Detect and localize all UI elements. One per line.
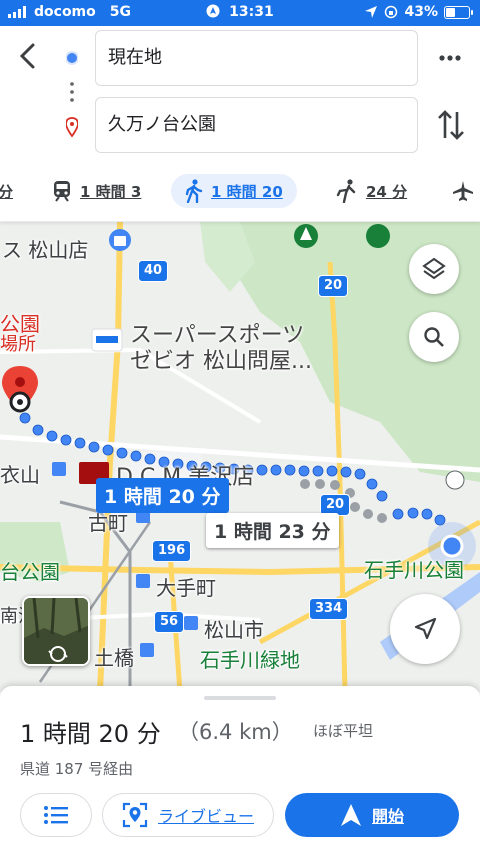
station-icon-3 (136, 574, 150, 588)
map-label-ote-park: 台公園 (0, 560, 60, 584)
airplane-icon (453, 181, 473, 201)
list-icon (44, 806, 68, 824)
navigation-status-icon (206, 4, 220, 18)
route-terrain: ほぼ平坦 (313, 722, 374, 740)
tab-transit-label: 1 時間 3 (80, 182, 142, 201)
tab-walking[interactable]: 1 時間 20 (171, 174, 297, 208)
walking-icon (185, 179, 203, 203)
map-label-super-sports-2: ゼビオ 松山問屋... (130, 349, 312, 374)
live-view-label: ライブビュー (157, 807, 254, 826)
start-navigation-icon (340, 804, 361, 826)
street-view-image (24, 598, 88, 664)
alt-route-time-bubble[interactable]: 1 時間 23 分 (206, 513, 339, 548)
layers-button[interactable] (409, 244, 459, 294)
search-icon (424, 327, 444, 347)
train-icon (54, 181, 70, 202)
sheet-grabber[interactable] (204, 696, 276, 700)
tab-walking-label: 1 時間 20 (211, 182, 283, 201)
back-arrow-icon[interactable] (12, 40, 44, 72)
status-bar: docomo 5G 13:31 43% (0, 0, 480, 26)
road-40 (97, 222, 123, 692)
live-view-icon (122, 802, 148, 828)
map-label-ishite-green: 石手川緑地 (200, 648, 300, 672)
status-time: 13:31 (229, 4, 274, 20)
route-shield-196: 196 (152, 540, 192, 562)
route-connector-icon (66, 51, 78, 138)
travel-mode-tabs: 分 1 時間 3 1 時間 20 24 分 (0, 160, 480, 222)
status-right: 43% (364, 4, 473, 20)
steps-button[interactable] (20, 793, 92, 837)
start-label: 開始 (371, 807, 404, 826)
map-label-ishite-park: 石手川公園 (364, 558, 464, 582)
battery-percent: 43% (404, 4, 438, 20)
tab-ride-label: 24 分 (366, 182, 408, 201)
current-location-dot (440, 534, 464, 558)
route-shield-334: 334 (309, 598, 349, 620)
route-shield-40: 40 (138, 260, 169, 282)
rotation-lock-icon (385, 5, 398, 19)
destination-pin-dot (15, 377, 25, 387)
swap-icon[interactable] (436, 108, 466, 142)
ride-person-icon (336, 179, 356, 203)
station-icon-4 (184, 616, 198, 630)
station-icon-1 (52, 462, 66, 476)
route-via: 県道 187 号経由 (20, 760, 134, 778)
start-button[interactable]: 開始 (285, 793, 459, 837)
my-location-button[interactable] (390, 594, 460, 664)
trail-poi-icon (366, 224, 390, 248)
tab-flight[interactable] (452, 174, 480, 208)
directions-header: 現在地 久万ノ台公園 (0, 26, 480, 160)
temple-poi-icon (445, 470, 465, 490)
map-label-matsuyama-city: 松山市 (204, 618, 264, 642)
origin-field[interactable]: 現在地 (95, 30, 418, 86)
destination-field[interactable]: 久万ノ台公園 (95, 97, 418, 153)
map-label-matsuyama-store: ス 松山店 (2, 238, 89, 262)
street-view-thumbnail[interactable] (22, 596, 90, 666)
more-options-icon[interactable] (436, 44, 464, 72)
map-view[interactable]: ス 松山店 公園 場所 スーパースポーツ ゼビオ 松山問屋... 衣山 D C … (0, 222, 480, 692)
route-time-bubble[interactable]: 1 時間 20 分 (96, 478, 229, 513)
tab-driving[interactable]: 分 (0, 174, 13, 208)
route-duration: 1 時間 20 分 (20, 720, 161, 748)
tab-driving-label: 分 (0, 182, 14, 201)
route-distance: （6.4 km） (178, 720, 293, 744)
location-arrow-icon (365, 6, 378, 18)
layers-icon (422, 257, 446, 280)
map-label-otemachi: 大手町 (156, 576, 216, 600)
battery-fill (446, 7, 456, 17)
route-shield-20a: 20 (318, 275, 349, 297)
route-summary-sheet[interactable]: 1 時間 20 分 （6.4 km） ほぼ平坦 県道 187 号経由 ライブビュ… (0, 686, 480, 854)
live-view-button[interactable]: ライブビュー (102, 793, 274, 837)
navigation-arrow-icon (414, 617, 437, 640)
tab-transit[interactable]: 1 時間 3 (52, 174, 141, 208)
route-shield-56: 56 (154, 611, 185, 633)
search-button[interactable] (409, 312, 459, 362)
map-label-office: 場所 (0, 334, 36, 355)
map-label-dobashi: 土橋 (94, 646, 134, 670)
station-icon-5 (140, 643, 154, 657)
tab-ride[interactable]: 24 分 (336, 174, 407, 208)
map-label-koromoyama: 衣山 (0, 463, 40, 487)
battery-icon (444, 5, 473, 19)
